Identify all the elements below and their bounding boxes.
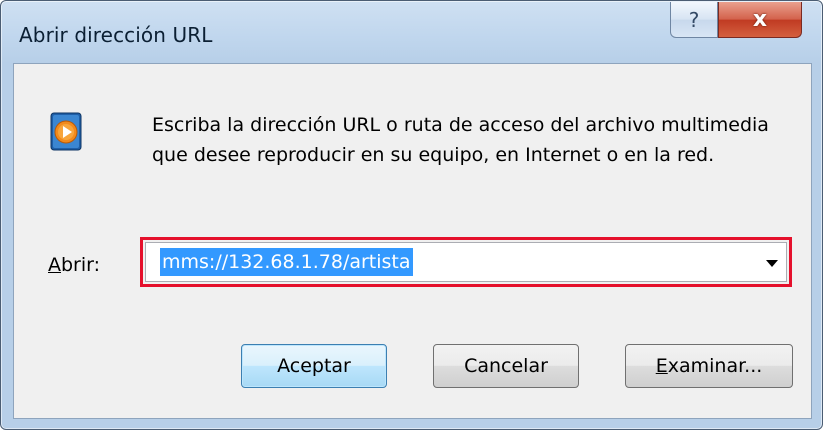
- dialog-window: Abrir dirección URL ? x Escriba la direc…: [0, 0, 823, 430]
- window-title: Abrir dirección URL: [19, 23, 213, 47]
- browse-label: xaminar...: [667, 355, 763, 377]
- url-combobox[interactable]: mms://132.68.1.78/artista: [145, 242, 787, 282]
- close-button[interactable]: x: [718, 2, 802, 38]
- dialog-body: Escriba la dirección URL o ruta de acces…: [13, 63, 812, 419]
- open-label: Abrir:: [48, 254, 100, 276]
- accept-button[interactable]: Aceptar: [241, 344, 387, 388]
- browse-button[interactable]: Examinar...: [625, 344, 793, 388]
- title-bar[interactable]: Abrir dirección URL ? x: [1, 1, 822, 63]
- browse-access-key: E: [655, 355, 668, 377]
- cancel-button[interactable]: Cancelar: [433, 344, 579, 388]
- dropdown-arrow-icon[interactable]: [766, 260, 778, 267]
- help-button[interactable]: ?: [670, 2, 718, 38]
- open-label-text: brir:: [61, 254, 101, 276]
- url-input-value[interactable]: mms://132.68.1.78/artista: [160, 248, 413, 276]
- open-label-access-key: A: [48, 254, 61, 276]
- media-player-icon: [50, 112, 82, 151]
- instruction-text: Escriba la dirección URL o ruta de acces…: [152, 114, 769, 166]
